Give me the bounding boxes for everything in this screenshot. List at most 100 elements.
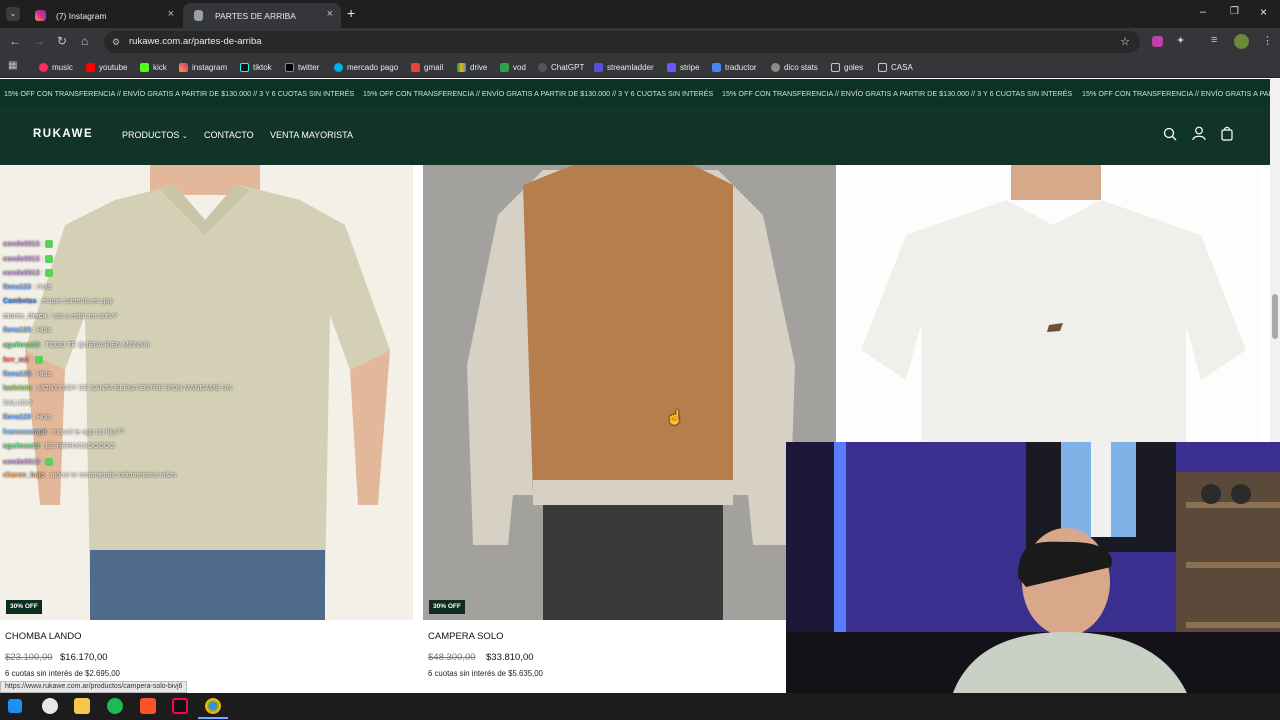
bookmark-kick[interactable]: kick bbox=[140, 60, 167, 74]
chat-message: condo0013 : bbox=[3, 457, 263, 473]
restore-icon[interactable]: ❐ bbox=[1230, 6, 1239, 17]
chat-username: aguitosa13 bbox=[3, 443, 40, 450]
chat-text: Hola bbox=[36, 414, 52, 421]
tab-partes-de-arriba[interactable]: PARTES DE ARRIBA × bbox=[183, 3, 341, 28]
promo-text: 15% OFF CON TRANSFERENCIA // ENVÍO GRATI… bbox=[363, 89, 714, 98]
close-icon[interactable]: × bbox=[327, 8, 333, 20]
bookmark-music[interactable]: music bbox=[39, 60, 73, 74]
extensions-puzzle-icon[interactable]: ✦ bbox=[1176, 34, 1185, 47]
search-icon[interactable] bbox=[1163, 127, 1177, 141]
nav-venta-mayorista[interactable]: VENTA MAYORISTA bbox=[270, 130, 353, 140]
bookmark-casa[interactable]: CASA bbox=[878, 60, 913, 74]
bookmark-drive[interactable]: drive bbox=[457, 60, 487, 74]
avatar[interactable] bbox=[1234, 34, 1249, 49]
bookmark-stripe[interactable]: stripe bbox=[667, 60, 700, 74]
site-info-icon[interactable]: ⚙ bbox=[112, 31, 120, 53]
apps-icon[interactable]: ▦ bbox=[8, 60, 17, 71]
chat-text: Hola bbox=[36, 283, 52, 291]
tiktok-icon[interactable] bbox=[172, 698, 188, 714]
chat-text: monxi te recomiendo indumentaria m&m bbox=[50, 472, 177, 479]
chat-text: Hola bbox=[36, 327, 52, 334]
bookmark-dico-stats[interactable]: dico stats bbox=[771, 60, 818, 74]
promo-text: 15% OFF CON TRANSFERENCIA // ENVÍO GRATI… bbox=[722, 89, 1073, 98]
chat-username: moree_derca bbox=[3, 312, 47, 320]
chat-username: llona123 bbox=[3, 327, 32, 334]
bookmark-twitter[interactable]: twitter bbox=[285, 60, 319, 74]
product-installments: 6 cuotas sin interés de $2.695,00 bbox=[5, 669, 120, 678]
scrollbar-thumb[interactable] bbox=[1272, 294, 1278, 339]
nav-contacto[interactable]: CONTACTO bbox=[204, 130, 254, 140]
promo-banner: 15% OFF CON TRANSFERENCIA // ENVÍO GRATI… bbox=[0, 79, 1270, 106]
user-icon[interactable] bbox=[1192, 126, 1206, 141]
site-logo[interactable]: RUKAWE bbox=[33, 128, 93, 140]
product-image-campera[interactable] bbox=[423, 165, 836, 620]
chevron-down-icon: ⌄ bbox=[181, 133, 188, 140]
instagram-icon bbox=[35, 10, 46, 21]
status-link-preview: https://www.rukawe.com.ar/productos/camp… bbox=[0, 681, 188, 693]
file-explorer-icon[interactable] bbox=[74, 698, 90, 714]
obs-icon[interactable] bbox=[42, 698, 58, 714]
webcam-overlay bbox=[786, 442, 1280, 720]
bookmark-star-icon[interactable]: ☆ bbox=[1120, 31, 1130, 53]
bookmark-gmail[interactable]: gmail bbox=[411, 60, 443, 74]
bookmark-youtube[interactable]: youtube bbox=[86, 60, 127, 74]
drive-icon bbox=[457, 62, 466, 72]
close-window-icon[interactable]: × bbox=[1260, 5, 1267, 19]
nav-productos[interactable]: PRODUCTOS ⌄ bbox=[122, 130, 188, 140]
bookmark-tiktok[interactable]: tiktok bbox=[240, 60, 272, 74]
promo-text: 15% OFF CON TRANSFERENCIA // ENVÍO GRATI… bbox=[4, 89, 355, 98]
close-icon[interactable]: × bbox=[168, 8, 174, 20]
site-header: RUKAWE PRODUCTOS ⌄ CONTACTO VENTA MAYORI… bbox=[0, 106, 1270, 165]
chat-username: ferr_m2 bbox=[3, 356, 29, 364]
bookmark-vod[interactable]: vod bbox=[500, 60, 526, 74]
product-name[interactable]: CAMPERA SOLO bbox=[428, 631, 504, 642]
emote-icon bbox=[45, 240, 54, 248]
chat-username: condo0013 bbox=[3, 269, 40, 277]
bookmark-instagram[interactable]: instagram bbox=[179, 60, 227, 74]
chat-username: Cambetas bbox=[3, 298, 37, 305]
tab-instagram[interactable]: (7) Instagram × bbox=[24, 3, 182, 28]
windows-start-icon[interactable] bbox=[8, 699, 22, 713]
chat-message: francocamp8 : monxii te ago un hijo?? bbox=[3, 429, 263, 444]
chat-text: monxii te ago un hijo?? bbox=[52, 428, 125, 436]
chat-message: condo0013 : bbox=[3, 269, 263, 284]
chat-message: SALUDO bbox=[3, 400, 263, 415]
chat-message: llona123 : Hola bbox=[3, 414, 263, 429]
chat-separator: : bbox=[28, 356, 35, 364]
home-icon[interactable]: ⌂ bbox=[81, 34, 88, 48]
instagram-icon bbox=[179, 62, 188, 72]
chat-username: condo0013 bbox=[3, 458, 40, 466]
cart-bag-icon[interactable] bbox=[1221, 126, 1233, 141]
product-name[interactable]: CHOMBA LANDO bbox=[5, 631, 82, 642]
forward-icon[interactable]: → bbox=[33, 34, 45, 48]
reload-icon[interactable]: ↻ bbox=[57, 34, 67, 48]
bookmark-goles[interactable]: goles bbox=[831, 60, 863, 74]
kick-icon bbox=[140, 62, 149, 72]
new-tab-icon[interactable]: + bbox=[347, 5, 355, 21]
bookmark-chatgpt[interactable]: ChatGPT bbox=[538, 60, 584, 74]
back-icon[interactable]: ← bbox=[9, 34, 21, 48]
bookmark-mercado-pago[interactable]: mercado pago bbox=[334, 60, 398, 74]
chat-username: charon_bajo bbox=[3, 472, 45, 479]
bookmark-traductor[interactable]: traductor bbox=[712, 60, 757, 74]
chrome-icon[interactable] bbox=[205, 698, 221, 714]
chat-text: vas a estar en ontiv? bbox=[52, 312, 118, 320]
chat-username: aguitosa13 bbox=[3, 341, 40, 349]
bookmark-streamladder[interactable]: streamladder bbox=[594, 60, 654, 74]
brave-icon[interactable] bbox=[140, 698, 156, 714]
product-installments: 6 cuotas sin interés de $5.635,00 bbox=[428, 669, 543, 678]
chat-message: charon_bajo : monxi te recomiendo indume… bbox=[3, 472, 263, 487]
extension-icon[interactable] bbox=[1152, 36, 1163, 47]
tab-search-icon[interactable]: ⌄ bbox=[6, 7, 20, 21]
media-icon[interactable]: ≡ bbox=[1211, 34, 1217, 46]
spotify-icon[interactable] bbox=[107, 698, 123, 714]
discount-badge: 30% OFF bbox=[6, 600, 42, 614]
url-field[interactable]: ⚙ rukawe.com.ar/partes-de-arriba ☆ bbox=[104, 31, 1140, 53]
minimize-icon[interactable]: – bbox=[1200, 6, 1206, 18]
product-old-price: $23.100,00 bbox=[5, 652, 53, 663]
x-icon bbox=[285, 62, 294, 72]
emote-icon bbox=[34, 356, 43, 364]
product-price: $16.170,00 bbox=[60, 652, 108, 663]
chat-message: condo0013 : bbox=[3, 240, 263, 255]
menu-icon[interactable]: ⋮ bbox=[1262, 34, 1273, 47]
